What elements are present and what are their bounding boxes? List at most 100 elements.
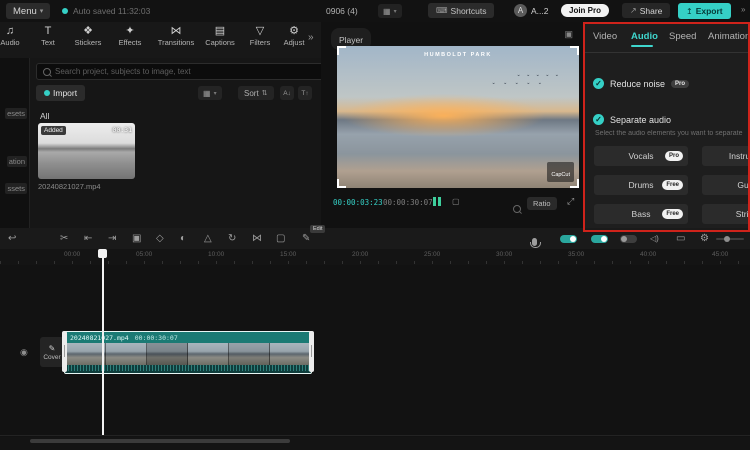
- menu-button[interactable]: Menu ▾: [6, 3, 50, 19]
- settings-gear-icon[interactable]: ⚙: [700, 232, 709, 245]
- sidebar-item-partial[interactable]: esets: [5, 108, 27, 119]
- join-pro-button[interactable]: Join Pro: [561, 4, 609, 17]
- zoom-preview-icon[interactable]: [513, 205, 521, 213]
- audio-icon: ♫: [6, 25, 14, 37]
- more-tabs-icon[interactable]: »: [308, 32, 314, 43]
- transition-icon[interactable]: ⋈: [252, 232, 262, 245]
- trim-left-icon[interactable]: ⇤: [84, 232, 92, 245]
- search-input[interactable]: Search project, subjects to image, text: [36, 63, 324, 80]
- ratio-label: Ratio: [533, 199, 551, 208]
- ruler-label: 40:00: [640, 251, 656, 258]
- timeline-ruler[interactable]: 00:00 05:00 10:00 15:00 20:00 25:00 30:0…: [0, 249, 750, 266]
- selection-corner-handle[interactable]: [337, 179, 346, 188]
- checkbox-checked-icon[interactable]: ✓: [593, 78, 604, 89]
- export-icon: ↥: [686, 7, 693, 16]
- keyframe-icon[interactable]: ◇: [156, 232, 164, 245]
- stem-button-instrument[interactable]: Instrument: [702, 146, 750, 166]
- selection-corner-handle[interactable]: [337, 46, 346, 55]
- stem-label: Vocals: [628, 151, 653, 161]
- selection-corner-handle[interactable]: [570, 46, 579, 55]
- tab-video[interactable]: Video: [593, 31, 617, 42]
- avatar-letter: A: [518, 6, 523, 15]
- timeline-toolbar: ↩ ✂ ⇤ ⇥ ▣ ◇ ◐ △ ↻ ⋈ ▢ ✎ Edit ◁) ▭ ⚙: [0, 228, 750, 250]
- mask-icon[interactable]: △: [204, 232, 212, 245]
- checkbox-checked-icon[interactable]: ✓: [593, 114, 604, 125]
- stem-button-bass[interactable]: Bass Free: [594, 204, 688, 224]
- stem-button-strings[interactable]: Strings: [702, 204, 750, 224]
- tab-transitions[interactable]: ⋈ Transitions: [153, 25, 199, 47]
- toggle-off[interactable]: [620, 235, 637, 243]
- share-button[interactable]: ↗ Share: [622, 3, 670, 18]
- tab-stickers[interactable]: ❖ Stickers: [68, 25, 108, 47]
- stem-button-vocals[interactable]: Vocals Pro: [594, 146, 688, 166]
- fullscreen-icon[interactable]: ⤢: [567, 196, 574, 207]
- microphone-icon[interactable]: [532, 238, 537, 246]
- toggle-on[interactable]: [560, 235, 577, 243]
- birds-in-sky: ⌄ ⌄ ⌄ ⌄ ⌄: [516, 72, 561, 78]
- pause-button[interactable]: [433, 197, 441, 206]
- export-button[interactable]: ↥ Export: [678, 3, 731, 19]
- stem-label: Guitar: [737, 180, 750, 190]
- tab-label: Stickers: [75, 38, 102, 47]
- pro-badge: Pro: [671, 80, 689, 88]
- media-item-thumbnail[interactable]: Added 00:31: [38, 123, 135, 179]
- tab-audio[interactable]: Audio: [631, 31, 658, 42]
- free-badge: Free: [662, 180, 683, 190]
- tab-label: Audio: [0, 38, 19, 47]
- avatar[interactable]: A: [514, 4, 527, 17]
- contrast-icon[interactable]: ◐: [180, 232, 186, 245]
- picture-in-picture-icon[interactable]: ▣: [564, 29, 573, 40]
- delete-icon[interactable]: ▣: [132, 232, 141, 245]
- sort-button[interactable]: Sort ⇅: [238, 86, 274, 100]
- tab-captions[interactable]: ▤ Captions: [200, 25, 240, 47]
- more-icon[interactable]: »: [741, 5, 745, 14]
- selection-corner-handle[interactable]: [570, 179, 579, 188]
- video-canvas[interactable]: HUMBOLDT PARK ⌄ ⌄ ⌄ ⌄ ⌄ ⌄ ⌄ ⌄ ⌄ ⌄ CapCut: [337, 46, 579, 188]
- horizontal-scrollbar[interactable]: [30, 439, 290, 443]
- timeline-zoom-slider[interactable]: [716, 238, 744, 240]
- reduce-noise-row: ✓ Reduce noise Pro: [593, 78, 689, 89]
- import-button[interactable]: Import: [36, 85, 85, 101]
- tab-label: Transitions: [158, 38, 194, 47]
- sort-az-icon: A↓: [283, 90, 291, 97]
- clip-trim-handle-right[interactable]: [309, 331, 314, 372]
- sort-az-button[interactable]: A↓: [280, 86, 294, 100]
- track-visibility-eye-icon[interactable]: ◉: [20, 347, 28, 358]
- undo-icon[interactable]: ↩: [8, 232, 16, 245]
- stem-button-drums[interactable]: Drums Free: [594, 175, 688, 195]
- trim-right-icon[interactable]: ⇥: [108, 232, 116, 245]
- edit-tool-icon[interactable]: ✎: [302, 232, 310, 245]
- birds-in-sky: ⌄ ⌄ ⌄ ⌄ ⌄: [491, 80, 545, 86]
- playhead-handle[interactable]: [98, 249, 107, 258]
- ruler-label: 10:00: [208, 251, 224, 258]
- loop-icon[interactable]: ↻: [228, 232, 236, 245]
- toggle-on[interactable]: [591, 235, 608, 243]
- view-mode-button[interactable]: ▦ ▾: [198, 86, 222, 100]
- sidebar-item-partial[interactable]: ation: [7, 156, 27, 167]
- shortcuts-button[interactable]: ⌨ Shortcuts: [428, 3, 494, 18]
- join-pro-label: Join Pro: [569, 6, 601, 15]
- crop-icon[interactable]: ▢: [276, 232, 285, 245]
- tab-audio[interactable]: ♫ Audio: [0, 25, 30, 47]
- stop-icon[interactable]: ▢: [452, 197, 460, 206]
- sidebar-item-partial[interactable]: ssets: [5, 183, 27, 194]
- tab-label: Text: [41, 38, 55, 47]
- playhead-line[interactable]: [102, 249, 104, 435]
- tab-speed[interactable]: Speed: [669, 31, 696, 42]
- filter-icon: T↑: [301, 90, 308, 97]
- ratio-button[interactable]: Ratio: [527, 197, 557, 210]
- cover-button[interactable]: ✎ Cover: [40, 337, 64, 367]
- slider-handle[interactable]: [724, 236, 730, 242]
- stem-button-guitar[interactable]: Guitar: [702, 175, 750, 195]
- tab-effects[interactable]: ✦ Effects: [110, 25, 150, 47]
- layout-switch-button[interactable]: ▦ ▾: [378, 4, 402, 18]
- clip-trim-handle-left[interactable]: [62, 331, 67, 372]
- speaker-icon[interactable]: ◁): [650, 232, 659, 245]
- split-icon[interactable]: ✂: [60, 232, 68, 245]
- stem-label: Bass: [632, 209, 651, 219]
- text-icon: T: [45, 25, 52, 37]
- filter-button[interactable]: T↑: [298, 86, 312, 100]
- monitor-icon[interactable]: ▭: [676, 232, 685, 245]
- tab-text[interactable]: T Text: [28, 25, 68, 47]
- tab-animation[interactable]: Animation: [708, 31, 750, 42]
